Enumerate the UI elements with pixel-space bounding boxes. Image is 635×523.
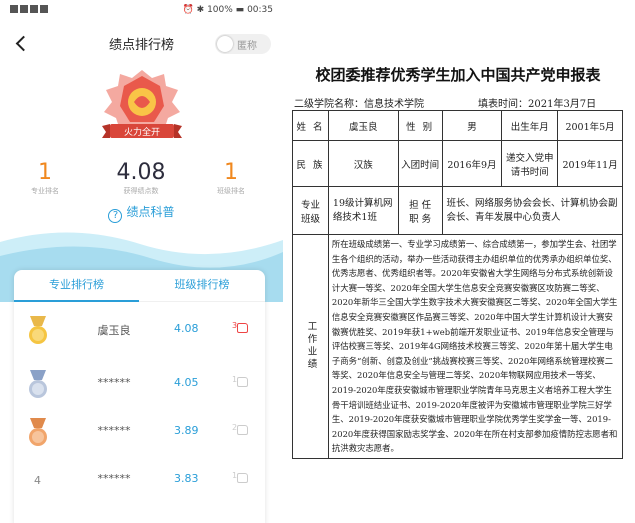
student-score: 3.83 [174, 472, 199, 485]
question-icon: ? [108, 209, 123, 223]
gpa-label: 获得绩点数 [123, 187, 159, 195]
like-button[interactable]: 2 [232, 423, 249, 437]
student-name: ****** [97, 376, 131, 389]
form-row-performance: 工作业绩 所在班级成绩第一、专业学习成绩第一、综合成绩第一，参加学生会、社团学生… [292, 234, 624, 459]
apply-label: 递交入党申请书时间 [501, 140, 559, 187]
name-label: 姓 名 [292, 110, 329, 141]
like-button[interactable]: 3 [232, 321, 249, 335]
status-right: ⏰ ✱ 100% ▬ 00:35 [183, 5, 273, 15]
student-score: 4.08 [174, 322, 199, 335]
gpa-help-label: 绩点科普 [126, 205, 175, 219]
gender-label: 性 别 [397, 110, 443, 141]
student-score: 3.89 [174, 424, 199, 437]
college-name: 二级学院名称：信息技术学院 [294, 99, 424, 110]
duty-label: 担 任 职 务 [397, 186, 443, 235]
bluetooth-icon: ✱ [196, 5, 205, 15]
tab-class-ranking[interactable]: 班级排行榜 [139, 270, 265, 302]
name-value: 虞玉良 [327, 110, 399, 141]
signal-icon [10, 5, 18, 13]
major-rank-stat: 1 专业排名 [0, 160, 90, 196]
ranking-row[interactable]: 虞玉良 4.08 3 [14, 306, 265, 358]
like-button[interactable]: 1 [232, 375, 249, 389]
duty-value: 班长、网络服务协会会长、计算机协会副会长、青年发展中心负责人 [441, 186, 624, 235]
status-bar: ⏰ ✱ 100% ▬ 00:35 [0, 0, 283, 22]
ranking-row[interactable]: ****** 3.89 2 [14, 408, 265, 460]
performance-text: 所在班级成绩第一、专业学习成绩第一、综合成绩第一，参加学生会、社团学生各个组织的… [327, 234, 624, 459]
silver-medal-icon [29, 370, 47, 398]
gender-value: 男 [441, 110, 503, 141]
class-rank-stat: 1 班级排名 [186, 160, 276, 196]
wifi-icon [30, 5, 38, 13]
gpa-value: 4.08 [116, 160, 166, 185]
anonymous-toggle[interactable]: 匿称 [215, 34, 271, 54]
thumbs-up-icon [237, 473, 249, 483]
notification-icon [40, 5, 48, 13]
rank-number: 4 [34, 474, 41, 487]
performance-label: 工作业绩 [305, 321, 317, 372]
thumbs-up-icon [237, 377, 249, 387]
badge-label: 火力全开 [123, 128, 160, 138]
form-row-position: 专业班级 19级计算机网络技术1班 担 任 职 务 班长、网络服务协会会长、计算… [292, 186, 624, 235]
student-name: ****** [97, 472, 131, 485]
signal-icon [20, 5, 28, 13]
form-row-basic: 姓 名 虞玉良 性 别 男 出生年月 2001年5月 [292, 110, 623, 141]
major-rank-label: 专业排名 [31, 187, 59, 195]
student-name: ****** [97, 424, 131, 437]
ranking-row[interactable]: 4 ****** 3.83 1 [14, 456, 265, 508]
gpa-ranking-app: ⏰ ✱ 100% ▬ 00:35 绩点排行榜 匿称 火力全开 1 专业排名 4.… [0, 0, 283, 523]
gold-medal-icon [29, 316, 47, 344]
student-name: 虞玉良 [97, 324, 131, 337]
apply-value: 2019年11月 [557, 140, 623, 187]
birth-value: 2001年5月 [557, 110, 623, 141]
gpa-stat: 4.08 获得绩点数 [96, 160, 186, 196]
anonymous-label: 匿称 [237, 41, 257, 52]
league-value: 2016年9月 [441, 140, 503, 187]
bronze-medal-icon [29, 418, 47, 446]
ranking-row[interactable]: ****** 4.05 1 [14, 360, 265, 412]
gpa-help-link[interactable]: ? 绩点科普 [0, 203, 283, 223]
tab-major-ranking[interactable]: 专业排行榜 [14, 270, 139, 302]
toggle-knob [217, 36, 233, 52]
ranking-card: 专业排行榜 班级排行榜 虞玉良 4.08 3 ****** 4.05 1 ***… [14, 270, 265, 523]
status-icons [10, 5, 50, 15]
application-form-document: 校团委推荐优秀学生加入中国共产党申报表 二级学院名称：信息技术学院 填表时间：2… [288, 0, 635, 523]
major-rank-value: 1 [38, 160, 52, 185]
class-rank-label: 班级排名 [217, 187, 245, 195]
achievement-badge: 火力全开 [0, 68, 283, 156]
performance-label-cell: 工作业绩 [292, 234, 329, 459]
league-label: 入团时间 [397, 140, 443, 187]
alarm-icon: ⏰ [182, 5, 194, 15]
form-row-membership: 民 族 汉族 入团时间 2016年9月 递交入党申请书时间 2019年11月 [292, 140, 623, 187]
battery-icon: ▬ [235, 5, 245, 15]
clock: 00:35 [247, 5, 273, 15]
class-value: 19级计算机网络技术1班 [327, 186, 399, 235]
thumbs-up-icon [237, 323, 249, 333]
fill-date: 填表时间：2021年3月7日 [478, 99, 597, 110]
class-rank-value: 1 [224, 160, 238, 185]
stats-row: 1 专业排名 4.08 获得绩点数 1 班级排名 [0, 160, 283, 200]
ethnic-label: 民 族 [292, 140, 329, 187]
battery-text: 100% [207, 5, 233, 15]
nav-bar: 绩点排行榜 匿称 [0, 24, 283, 64]
class-label: 专业班级 [292, 186, 329, 235]
birth-label: 出生年月 [501, 110, 559, 141]
form-title: 校团委推荐优秀学生加入中国共产党申报表 [315, 66, 601, 84]
form-table: 姓 名 虞玉良 性 别 男 出生年月 2001年5月 民 族 汉族 入团时间 2… [292, 110, 624, 459]
ethnic-value: 汉族 [327, 140, 399, 187]
student-score: 4.05 [174, 376, 199, 389]
thumbs-up-icon [237, 425, 249, 435]
like-button[interactable]: 1 [232, 471, 249, 485]
